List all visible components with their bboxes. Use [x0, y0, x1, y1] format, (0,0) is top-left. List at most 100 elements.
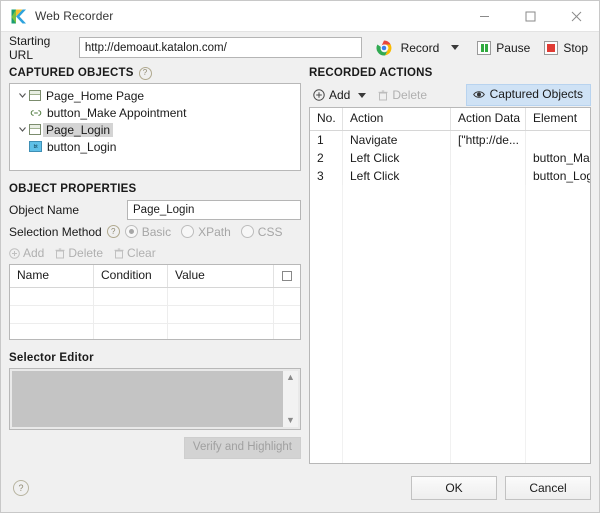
pause-button[interactable]: Pause: [466, 39, 533, 57]
delete-property-button[interactable]: Delete: [55, 246, 103, 260]
selection-method-radios: Basic XPath CSS: [124, 224, 293, 239]
column-header-checkbox[interactable]: [274, 265, 300, 287]
table-header-row: No. Action Action Data Element: [310, 108, 590, 131]
object-name-row: Object Name: [9, 199, 301, 221]
add-action-caret-icon[interactable]: [354, 92, 370, 98]
column-header-value: Value: [168, 265, 274, 287]
scroll-down-icon[interactable]: ▼: [286, 416, 295, 425]
property-table-toolbar: Add Delete Clear: [9, 242, 301, 264]
column-header-action: Action: [343, 108, 451, 130]
clear-properties-button[interactable]: Clear: [114, 246, 156, 260]
web-recorder-window: Web Recorder Starting URL http://demoaut…: [0, 0, 600, 513]
add-action-button[interactable]: Add: [309, 86, 354, 104]
dialog-footer: ? OK Cancel: [1, 464, 599, 512]
cell-element: button_Log...: [533, 169, 590, 183]
add-action-label: Add: [329, 88, 351, 102]
radio-xpath[interactable]: XPath: [181, 225, 231, 239]
stop-button[interactable]: Stop: [533, 39, 591, 57]
selector-editor-textarea[interactable]: [12, 371, 283, 427]
cell-action-data: [451, 167, 526, 185]
selector-editor-container: ▲ ▼: [9, 368, 301, 430]
radio-label: XPath: [198, 224, 231, 239]
captured-objects-tree[interactable]: Page_Home Page button_Make Appointment P…: [9, 83, 301, 171]
stop-label: Stop: [563, 40, 588, 55]
recorded-actions-heading-text: RECORDED ACTIONS: [309, 67, 433, 79]
delete-property-label: Delete: [68, 246, 104, 260]
eye-icon: [472, 90, 485, 99]
minimize-icon[interactable]: [461, 1, 507, 31]
ok-button[interactable]: OK: [411, 476, 497, 500]
cell-action-data: ["http://de...: [451, 131, 526, 149]
help-icon[interactable]: ?: [138, 66, 152, 80]
selection-method-label: Selection Method: [9, 224, 102, 239]
record-button[interactable]: Record: [398, 39, 443, 57]
chevron-down-icon[interactable]: [16, 127, 29, 132]
column-header-name: Name: [10, 265, 94, 287]
table-row[interactable]: 2 Left Click button_Ma...: [310, 149, 590, 167]
window-controls: [461, 1, 599, 31]
captured-objects-heading-text: CAPTURED OBJECTS: [9, 67, 134, 79]
delete-action-label: Delete: [392, 88, 428, 102]
column-header-action-data: Action Data: [451, 108, 526, 130]
table-header-row: Name Condition Value: [10, 265, 300, 288]
stop-icon: [544, 40, 559, 55]
tree-item-button-make-appointment[interactable]: button_Make Appointment: [10, 104, 300, 121]
column-header-condition: Condition: [94, 265, 168, 287]
tree-item-button-login[interactable]: bt button_Login: [10, 138, 300, 155]
tree-item-label: button_Make Appointment: [47, 105, 187, 120]
table-row[interactable]: 3 Left Click button_Log...: [310, 167, 590, 185]
selector-editor-scrollbar[interactable]: ▲ ▼: [283, 371, 298, 427]
link-icon: [29, 107, 42, 118]
main-content: CAPTURED OBJECTS ? Page_Home Page button…: [1, 63, 599, 464]
column-header-element: Element: [533, 111, 578, 125]
radio-css[interactable]: CSS: [240, 224, 283, 239]
object-name-input[interactable]: [127, 200, 301, 220]
radio-dot-icon: [124, 225, 138, 238]
right-panel: RECORDED ACTIONS Add Delete Captured Obj…: [309, 63, 591, 464]
select-all-checkbox[interactable]: [282, 271, 292, 281]
cell-action: Left Click: [343, 167, 451, 185]
title-bar: Web Recorder: [1, 1, 599, 32]
captured-objects-toggle-button[interactable]: Captured Objects: [465, 84, 591, 106]
table-row[interactable]: 1 Navigate ["http://de...: [310, 131, 590, 149]
selector-editor-heading-text: Selector Editor: [9, 352, 94, 364]
cell-element: [526, 131, 590, 149]
close-icon[interactable]: [553, 1, 599, 31]
verify-and-highlight-button[interactable]: Verify and Highlight: [183, 437, 301, 459]
add-property-label: Add: [23, 246, 45, 260]
table-row[interactable]: [10, 288, 300, 306]
object-properties-heading-text: OBJECT PROPERTIES: [9, 183, 137, 195]
scroll-up-icon[interactable]: ▲: [286, 373, 295, 382]
tree-item-page-login[interactable]: Page_Login: [10, 121, 300, 138]
left-panel: CAPTURED OBJECTS ? Page_Home Page button…: [9, 63, 301, 464]
cell-action: Left Click: [343, 149, 451, 167]
help-circle-icon[interactable]: ?: [13, 480, 29, 496]
delete-action-button[interactable]: Delete: [374, 86, 431, 104]
footer-buttons: OK Cancel: [411, 476, 591, 500]
maximize-icon[interactable]: [507, 1, 553, 31]
tree-item-page-home-page[interactable]: Page_Home Page: [10, 87, 300, 104]
cell-element: button_Ma...: [533, 151, 590, 165]
starting-url-label: Starting URL: [9, 33, 51, 62]
captured-objects-heading: CAPTURED OBJECTS ?: [9, 63, 301, 83]
window-title: Web Recorder: [35, 9, 114, 23]
column-header-no: No.: [310, 108, 343, 130]
radio-label: CSS: [257, 224, 283, 239]
table-row[interactable]: [10, 306, 300, 324]
cancel-button[interactable]: Cancel: [505, 476, 591, 500]
record-label: Record: [400, 40, 440, 55]
chrome-icon: [376, 40, 392, 56]
radio-basic[interactable]: Basic: [124, 225, 171, 239]
chevron-down-icon[interactable]: [16, 93, 29, 98]
record-dropdown-caret-icon[interactable]: [447, 39, 463, 57]
add-property-button[interactable]: Add: [9, 246, 44, 260]
katalon-logo-icon: [10, 8, 27, 25]
recorded-actions-toolbar: Add Delete Captured Objects: [309, 83, 591, 107]
object-properties-table[interactable]: Name Condition Value: [9, 264, 301, 340]
tree-item-label: button_Login: [47, 139, 117, 154]
starting-url-input[interactable]: [78, 37, 362, 58]
table-row[interactable]: [10, 324, 300, 339]
recorded-actions-table[interactable]: No. Action Action Data Element 1 Navigat…: [309, 107, 591, 464]
recorder-controls: Record Pause Stop: [376, 39, 591, 57]
help-icon[interactable]: ?: [106, 225, 120, 238]
